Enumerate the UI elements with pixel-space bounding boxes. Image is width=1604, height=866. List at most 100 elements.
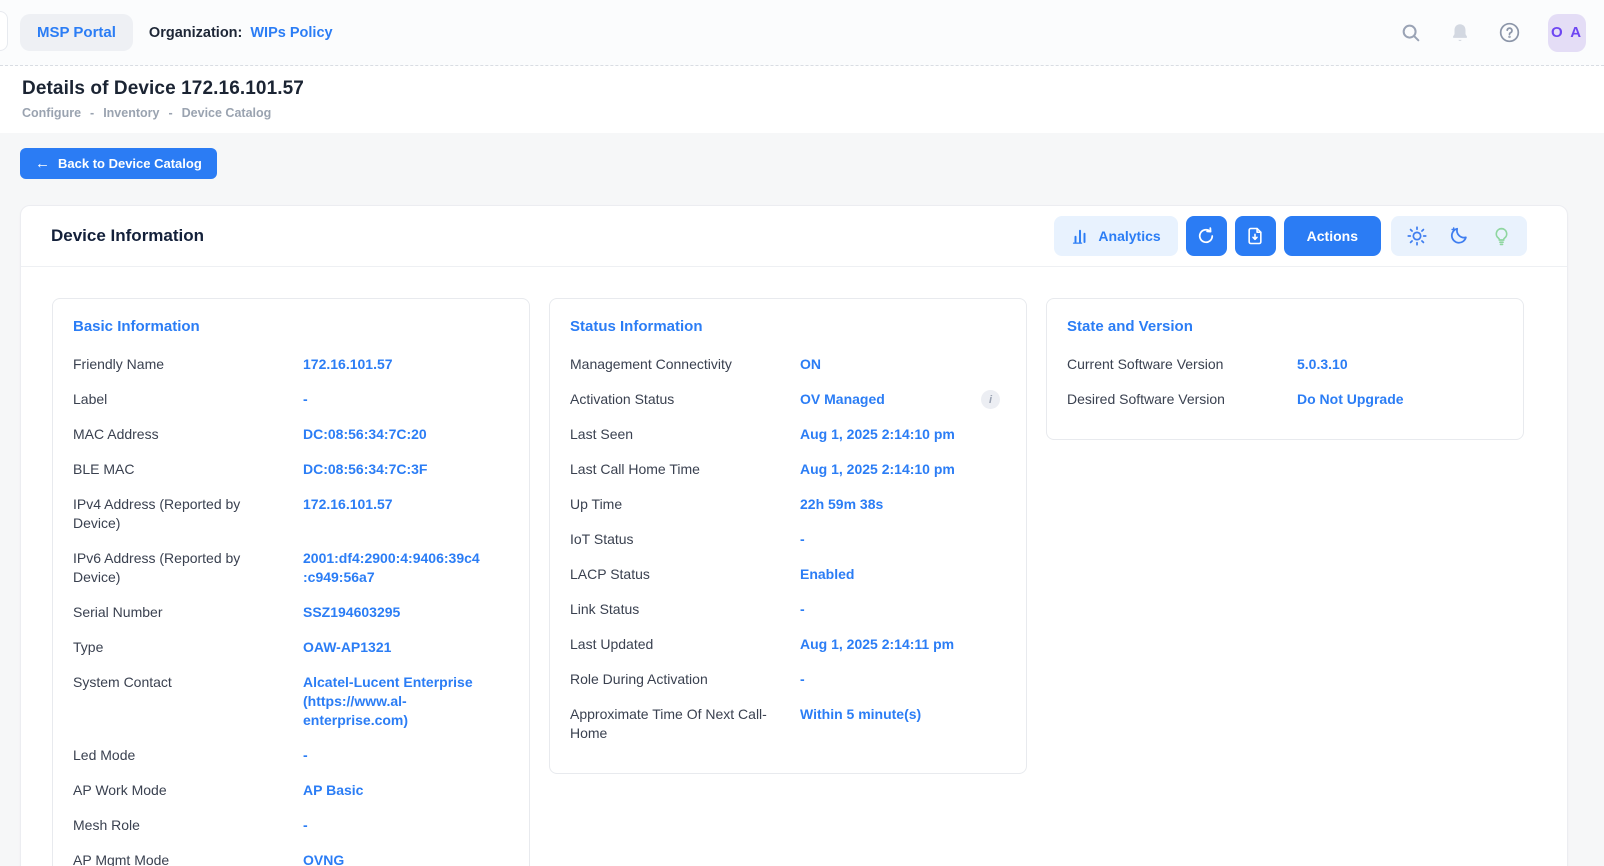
- info-row: IPv4 Address (Reported by Device)172.16.…: [73, 495, 509, 533]
- bulb-icon[interactable]: [1490, 225, 1512, 247]
- info-value: Aug 1, 2025 2:14:10 pm: [800, 460, 1006, 479]
- search-icon[interactable]: [1400, 22, 1422, 44]
- info-row: Link Status-: [570, 600, 1006, 619]
- help-icon[interactable]: [1498, 21, 1521, 44]
- msp-portal-button[interactable]: MSP Portal: [20, 14, 133, 51]
- info-row: TypeOAW-AP1321: [73, 638, 509, 657]
- info-value: 172.16.101.57: [303, 495, 509, 514]
- info-row: Last SeenAug 1, 2025 2:14:10 pm: [570, 425, 1006, 444]
- info-label: IPv6 Address (Reported by Device): [73, 549, 303, 587]
- device-information-title: Device Information: [51, 226, 204, 246]
- info-row: IoT Status-: [570, 530, 1006, 549]
- info-row: Friendly Name172.16.101.57: [73, 355, 509, 374]
- basic-information-card: Basic Information Friendly Name172.16.101…: [52, 298, 530, 866]
- info-label: Last Call Home Time: [570, 460, 800, 479]
- info-label: Up Time: [570, 495, 800, 514]
- device-information-header: Device Information Analytics: [21, 206, 1567, 267]
- page-title: Details of Device 172.16.101.57: [22, 78, 1580, 100]
- info-value: ON: [800, 355, 1006, 374]
- info-label: System Contact: [73, 673, 303, 692]
- info-row: System ContactAlcatel-Lucent Enterprise …: [73, 673, 509, 730]
- info-row: BLE MACDC:08:56:34:7C:3F: [73, 460, 509, 479]
- info-value: Aug 1, 2025 2:14:11 pm: [800, 635, 1006, 654]
- info-row: Label-: [73, 390, 509, 409]
- moon-icon[interactable]: [1448, 225, 1470, 247]
- info-row: Last UpdatedAug 1, 2025 2:14:11 pm: [570, 635, 1006, 654]
- info-value: 22h 59m 38s: [800, 495, 1006, 514]
- info-value: OVNG: [303, 851, 509, 866]
- info-label: MAC Address: [73, 425, 303, 444]
- status-information-title: Status Information: [570, 318, 1006, 335]
- back-to-device-catalog-button[interactable]: ← Back to Device Catalog: [20, 148, 217, 179]
- info-row: Management ConnectivityON: [570, 355, 1006, 374]
- user-avatar[interactable]: O A: [1548, 14, 1586, 52]
- basic-information-title: Basic Information: [73, 318, 509, 335]
- info-value: DC:08:56:34:7C:20: [303, 425, 509, 444]
- info-row: Activation StatusOV Managedi: [570, 390, 1006, 409]
- info-value: -: [303, 390, 509, 409]
- info-row: Up Time22h 59m 38s: [570, 495, 1006, 514]
- back-button-label: Back to Device Catalog: [58, 156, 202, 171]
- info-row: AP Work ModeAP Basic: [73, 781, 509, 800]
- info-label: IPv4 Address (Reported by Device): [73, 495, 303, 533]
- actions-label: Actions: [1307, 228, 1358, 244]
- info-cards-container: Basic Information Friendly Name172.16.101…: [21, 267, 1567, 866]
- info-label: BLE MAC: [73, 460, 303, 479]
- sidebar-edge-handle[interactable]: [0, 11, 8, 51]
- info-row: Serial NumberSSZ194603295: [73, 603, 509, 622]
- download-button[interactable]: [1235, 216, 1276, 256]
- breadcrumb-item-inventory[interactable]: Inventory: [103, 106, 159, 120]
- info-value: 172.16.101.57: [303, 355, 509, 374]
- info-label: Label: [73, 390, 303, 409]
- content-area: ← Back to Device Catalog Device Informat…: [0, 133, 1604, 866]
- info-label: Activation Status: [570, 390, 800, 409]
- info-label: Last Seen: [570, 425, 800, 444]
- info-value: OV Managed: [800, 390, 1006, 409]
- theme-switcher: [1391, 216, 1527, 256]
- info-row: Approximate Time Of Next Call-HomeWithin…: [570, 705, 1006, 743]
- back-arrow-icon: ←: [35, 156, 50, 171]
- info-label: LACP Status: [570, 565, 800, 584]
- bell-icon[interactable]: [1449, 22, 1471, 44]
- info-row: MAC AddressDC:08:56:34:7C:20: [73, 425, 509, 444]
- state-and-version-title: State and Version: [1067, 318, 1503, 335]
- info-value: Aug 1, 2025 2:14:10 pm: [800, 425, 1006, 444]
- actions-button[interactable]: Actions: [1284, 216, 1381, 256]
- sun-icon[interactable]: [1406, 225, 1428, 247]
- organization-selector: Organization: WIPs Policy: [149, 25, 333, 41]
- info-value: OAW-AP1321: [303, 638, 509, 657]
- info-label: Last Updated: [570, 635, 800, 654]
- info-label: IoT Status: [570, 530, 800, 549]
- info-value: Do Not Upgrade: [1297, 390, 1503, 409]
- analytics-label: Analytics: [1098, 228, 1160, 244]
- info-row: Last Call Home TimeAug 1, 2025 2:14:10 p…: [570, 460, 1006, 479]
- info-value: Within 5 minute(s): [800, 705, 1006, 724]
- info-label: Link Status: [570, 600, 800, 619]
- breadcrumb: Configure - Inventory - Device Catalog: [22, 106, 1580, 120]
- info-label: Type: [73, 638, 303, 657]
- info-tooltip-icon[interactable]: i: [981, 390, 1000, 409]
- status-information-card: Status Information Management Connectivit…: [549, 298, 1027, 774]
- info-row: AP Mgmt ModeOVNG: [73, 851, 509, 866]
- breadcrumb-item-device-catalog[interactable]: Device Catalog: [182, 106, 272, 120]
- info-value: AP Basic: [303, 781, 509, 800]
- breadcrumb-separator: -: [90, 106, 94, 120]
- info-value: DC:08:56:34:7C:3F: [303, 460, 509, 479]
- info-value: -: [800, 670, 1006, 689]
- organization-value-link[interactable]: WIPs Policy: [250, 25, 332, 41]
- info-label: Serial Number: [73, 603, 303, 622]
- refresh-button[interactable]: [1186, 216, 1227, 256]
- info-value: Enabled: [800, 565, 1006, 584]
- info-value: Alcatel-Lucent Enterprise (https://www.a…: [303, 673, 509, 730]
- analytics-button[interactable]: Analytics: [1054, 216, 1177, 256]
- breadcrumb-item-configure[interactable]: Configure: [22, 106, 81, 120]
- bar-chart-icon: [1071, 227, 1089, 245]
- info-label: AP Mgmt Mode: [73, 851, 303, 866]
- page-header: Details of Device 172.16.101.57 Configur…: [0, 66, 1604, 133]
- info-label: Management Connectivity: [570, 355, 800, 374]
- info-label: AP Work Mode: [73, 781, 303, 800]
- info-value: -: [303, 746, 509, 765]
- download-icon: [1245, 226, 1265, 246]
- device-information-card: Device Information Analytics: [20, 205, 1568, 866]
- organization-label: Organization:: [149, 25, 242, 41]
